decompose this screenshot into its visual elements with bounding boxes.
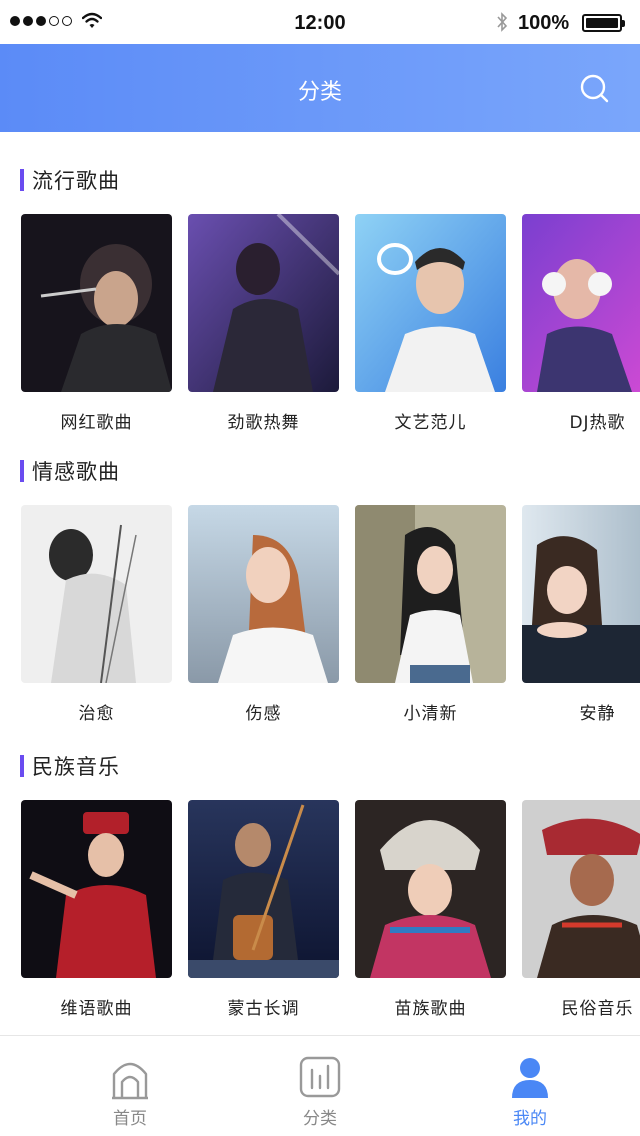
tab-label: 我的 xyxy=(513,1109,547,1129)
category-label: 小清新 xyxy=(403,704,458,724)
category-content[interactable]: 流行歌曲 网红歌曲 劲歌热舞 文艺范儿 DJ热歌 情感歌曲 治愈 伤感 小清新 … xyxy=(0,132,640,1035)
category-image xyxy=(21,214,172,392)
category-image xyxy=(355,214,506,392)
tab-home[interactable]: 首页 xyxy=(50,1036,210,1136)
section-title: 民族音乐 xyxy=(20,754,120,779)
category-label: DJ热歌 xyxy=(569,413,626,433)
tab-label: 分类 xyxy=(303,1109,337,1129)
category-image xyxy=(522,505,640,683)
category-image xyxy=(188,214,339,392)
category-label: 蒙古长调 xyxy=(227,999,300,1019)
tab-profile[interactable]: 我的 xyxy=(450,1036,610,1136)
category-image xyxy=(355,505,506,683)
category-card[interactable]: 安静 xyxy=(522,505,640,724)
category-label: 安静 xyxy=(579,704,616,724)
category-card[interactable]: 苗族歌曲 xyxy=(355,800,506,1019)
category-card[interactable]: 文艺范儿 xyxy=(355,214,506,433)
search-icon[interactable] xyxy=(574,68,614,108)
category-label: 维语歌曲 xyxy=(60,999,133,1019)
chart-icon xyxy=(299,1056,341,1098)
category-image xyxy=(355,800,506,978)
category-image xyxy=(522,800,640,978)
battery-icon xyxy=(582,14,625,32)
category-label: 文艺范儿 xyxy=(394,413,467,433)
category-card[interactable]: 民俗音乐 xyxy=(522,800,640,1019)
page-title: 分类 xyxy=(297,80,342,105)
category-label: 劲歌热舞 xyxy=(227,413,300,433)
category-image xyxy=(522,214,640,392)
header-bar: 分类 xyxy=(0,44,640,132)
category-label: 民俗音乐 xyxy=(561,999,634,1019)
category-label: 伤感 xyxy=(245,704,282,724)
category-image xyxy=(188,800,339,978)
battery-percentage: 100% xyxy=(518,12,570,34)
section-title: 流行歌曲 xyxy=(20,168,120,193)
category-image xyxy=(188,505,339,683)
category-card[interactable]: 伤感 xyxy=(188,505,339,724)
category-image xyxy=(21,505,172,683)
category-label: 苗族歌曲 xyxy=(394,999,467,1019)
category-card[interactable]: 蒙古长调 xyxy=(188,800,339,1019)
category-card[interactable]: 维语歌曲 xyxy=(21,800,172,1019)
category-image xyxy=(21,800,172,978)
status-bar: 12:00 100% xyxy=(0,0,640,44)
category-card[interactable]: 小清新 xyxy=(355,505,506,724)
category-card[interactable]: DJ热歌 xyxy=(522,214,640,433)
category-card[interactable]: 劲歌热舞 xyxy=(188,214,339,433)
category-card[interactable]: 治愈 xyxy=(21,505,172,724)
category-label: 网红歌曲 xyxy=(60,413,133,433)
category-card[interactable]: 网红歌曲 xyxy=(21,214,172,433)
tab-label: 首页 xyxy=(113,1109,147,1129)
tab-category[interactable]: 分类 xyxy=(240,1036,400,1136)
tab-bar: 首页 分类 我的 xyxy=(0,1035,640,1136)
section-title: 情感歌曲 xyxy=(20,459,120,484)
bluetooth-icon xyxy=(497,12,508,32)
home-icon xyxy=(112,1062,148,1100)
user-icon xyxy=(512,1058,548,1098)
category-label: 治愈 xyxy=(78,704,115,724)
